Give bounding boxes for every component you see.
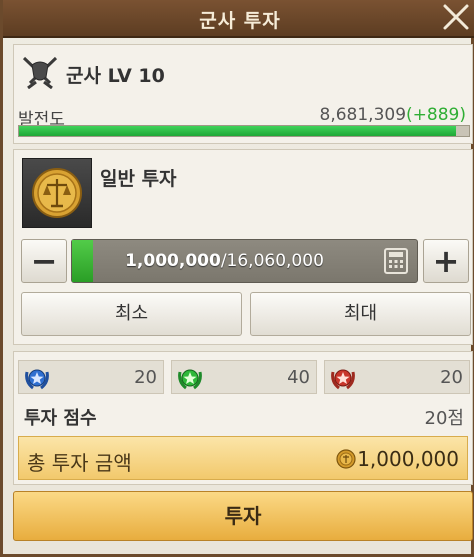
investment-window: 군사 투자 군사 LV 10 발전도 8,681,309(+889) 일반 투자… (0, 0, 474, 557)
score-value: 20점 (424, 408, 464, 429)
investment-type-title: 일반 투자 (100, 168, 177, 190)
rank-red-value: 20 (440, 367, 463, 388)
maximum-button[interactable]: 최대 (250, 292, 471, 336)
development-progress-bar (18, 125, 470, 137)
rank-blue-value: 20 (134, 367, 157, 388)
level-panel: 군사 LV 10 발전도 8,681,309(+889) (13, 44, 473, 144)
crossed-swords-icon (22, 56, 58, 89)
development-gain: (+889) (406, 105, 466, 125)
score-label: 투자 점수 (24, 408, 97, 429)
red-rank-emblem-icon (331, 369, 355, 390)
total-amount-bar: 총 투자 금액 1,000,000 (18, 436, 468, 480)
gold-coin-icon (336, 449, 356, 469)
development-number: 8,681,309 (319, 105, 407, 125)
close-icon (443, 4, 469, 30)
total-amount-label: 총 투자 금액 (27, 451, 132, 475)
window-title: 군사 투자 (199, 10, 281, 32)
minus-icon: − (30, 242, 58, 280)
blue-rank-emblem-icon (25, 369, 49, 390)
plus-icon: + (432, 242, 460, 280)
increase-button[interactable]: + (423, 239, 469, 283)
level-title: 군사 LV 10 (66, 65, 165, 87)
decrease-button[interactable]: − (21, 239, 67, 283)
amount-current: 1,000,000 (125, 251, 221, 271)
scales-coin-icon (32, 168, 82, 218)
rank-green-value: 40 (287, 367, 310, 388)
rank-cell-green: 40 (171, 360, 317, 394)
rank-cell-red: 20 (324, 360, 470, 394)
total-amount-value: 1,000,000 (357, 447, 459, 471)
close-button[interactable] (437, 0, 473, 36)
amount-slider[interactable]: 1,000,000/16,060,000 (71, 239, 418, 283)
invest-button[interactable]: 투자 (13, 491, 473, 541)
development-value: 8,681,309(+889) (320, 105, 467, 125)
minimum-button[interactable]: 최소 (21, 292, 242, 336)
calculator-icon[interactable] (383, 248, 409, 274)
amount-max: 16,060,000 (226, 251, 324, 271)
investment-panel: 일반 투자 − 1,000,000/16,060,000 + 최소 최대 (13, 149, 473, 345)
amount-text: 1,000,000/16,060,000 (72, 251, 377, 271)
result-panel: 20 40 20 투자 점수 20점 총 투자 금액 1,000,000 (13, 351, 473, 485)
title-bar: 군사 투자 (3, 0, 474, 38)
coin-icon-frame (22, 158, 92, 228)
development-progress-fill (19, 126, 456, 136)
rank-cell-blue: 20 (18, 360, 164, 394)
green-rank-emblem-icon (178, 369, 202, 390)
